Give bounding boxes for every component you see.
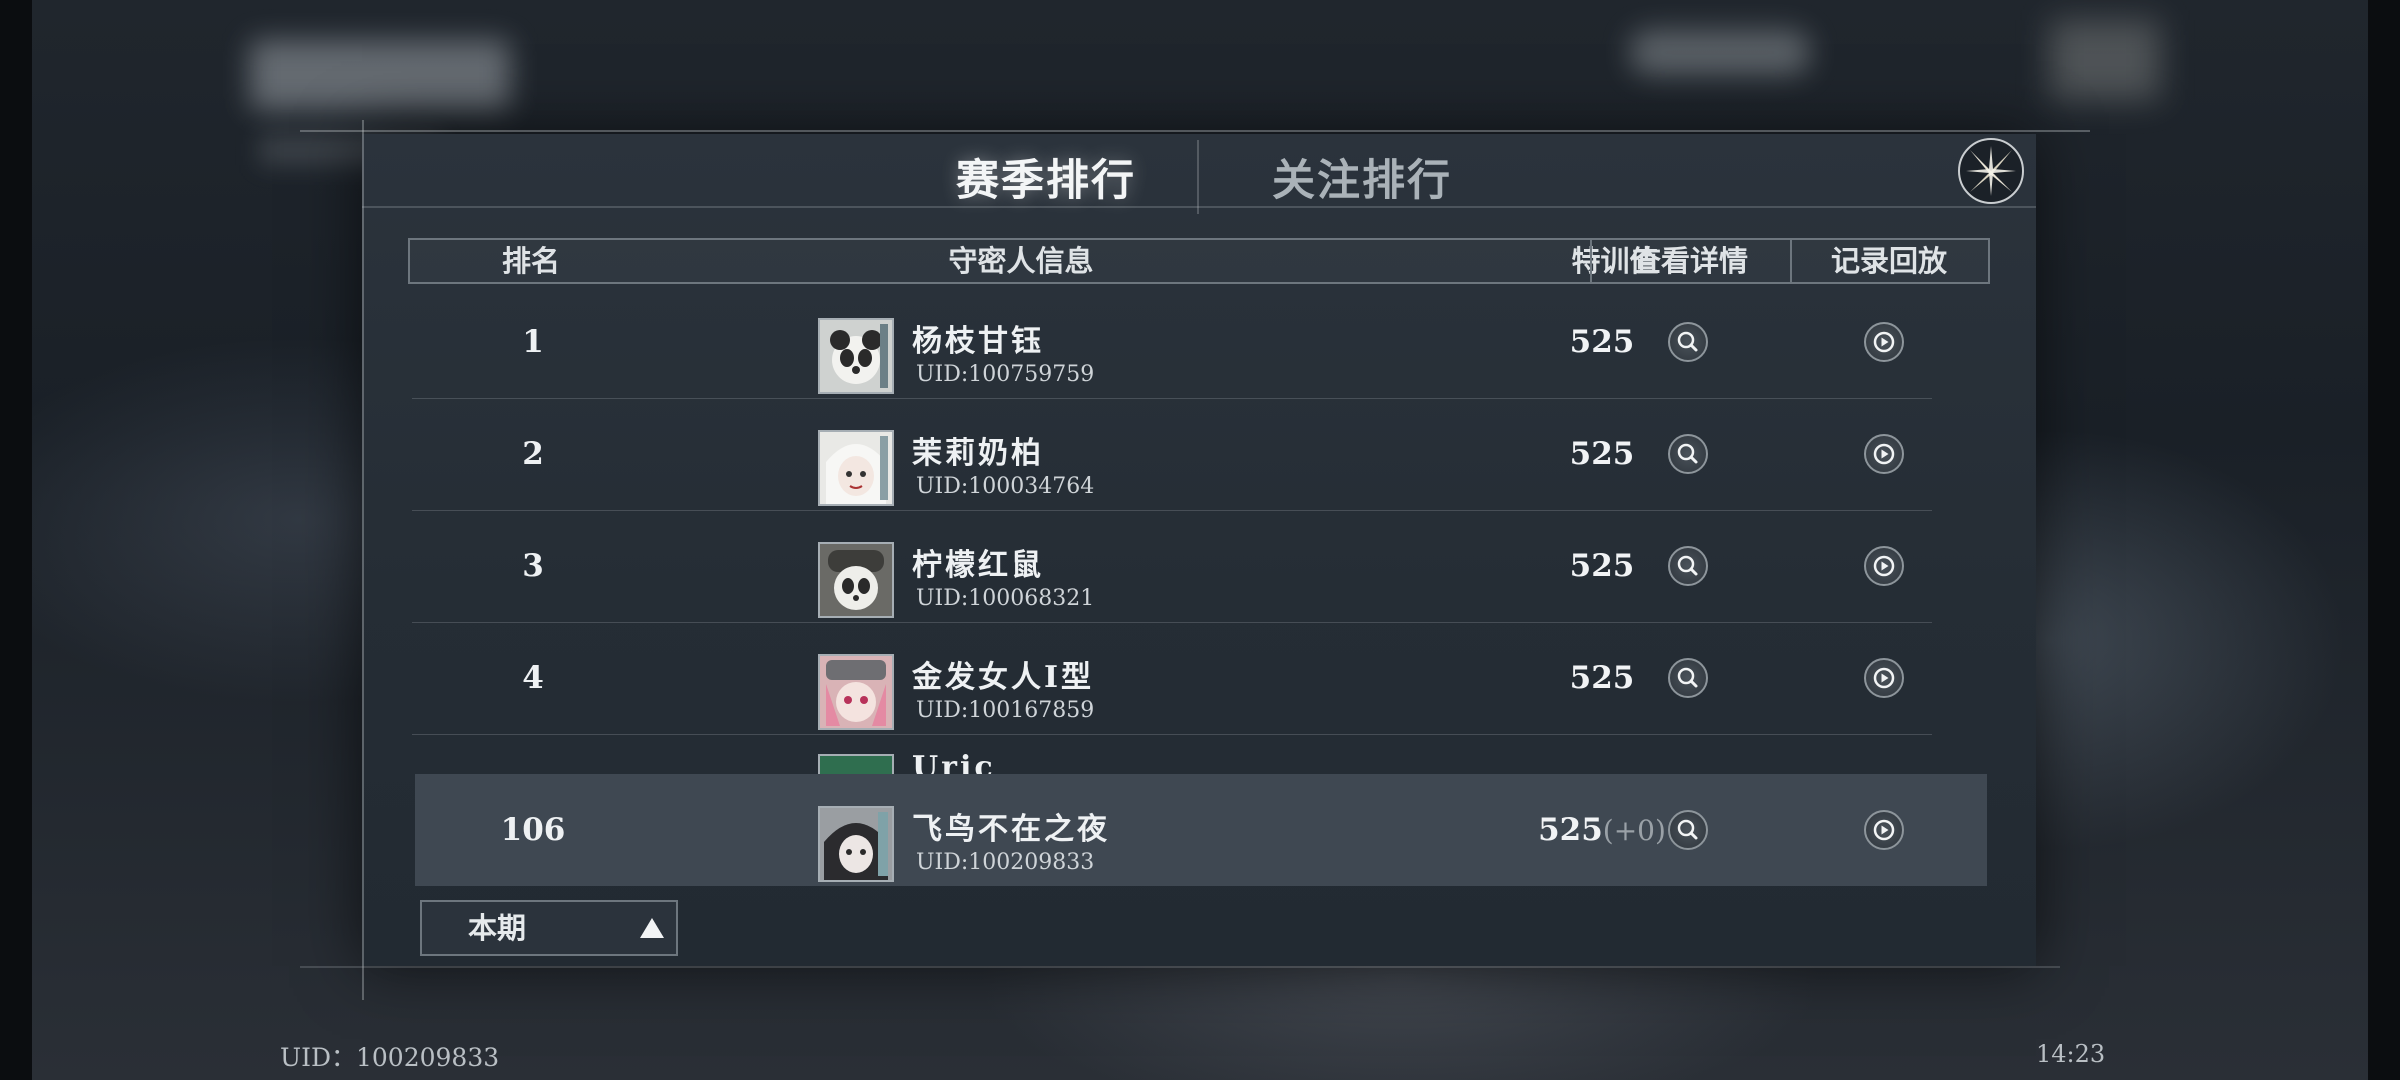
avatar[interactable] [818, 430, 894, 506]
play-circle-icon [1873, 667, 1895, 689]
player-name: 杨枝甘钰 [912, 324, 1044, 359]
table-row-partial: Uric [412, 736, 1932, 774]
header-record-replay: 记录回放 [1830, 244, 1947, 278]
magnifier-icon [1677, 443, 1698, 464]
view-details-button[interactable] [1668, 810, 1708, 850]
magnifier-icon [1677, 819, 1698, 840]
background-blurred-badge [1630, 30, 1810, 75]
play-circle-icon [1873, 555, 1895, 577]
avatar[interactable] [818, 542, 894, 618]
header-view-details: 查看详情 [1631, 244, 1748, 278]
background-blurred-emblem [2050, 20, 2160, 100]
background-blurred-title [250, 40, 510, 110]
footer-time: 14:23 [2036, 1040, 2106, 1068]
self-ranking-row: 106 飞鸟不在之夜 UID:100209833 525(+0) [415, 774, 1987, 886]
record-replay-button[interactable] [1864, 546, 1904, 586]
record-replay-button[interactable] [1864, 322, 1904, 362]
self-score: 525 [1538, 812, 1603, 848]
magnifier-icon [1677, 555, 1698, 576]
screen-edge-left [0, 0, 32, 1080]
view-details-button[interactable] [1668, 546, 1708, 586]
period-dropdown[interactable]: 本期 [420, 900, 678, 956]
table-row: 4 金发女人I型 UID:100167859 525 [412, 622, 1932, 735]
avatar[interactable] [818, 318, 894, 394]
self-avatar[interactable] [818, 806, 894, 882]
table-row: 2 茉莉奶柏 UID:100034764 525 [412, 398, 1932, 511]
record-replay-button[interactable] [1864, 434, 1904, 474]
self-player-name: 飞鸟不在之夜 [912, 812, 1110, 847]
self-rank-number: 106 [500, 812, 566, 848]
play-circle-icon [1873, 331, 1895, 353]
player-name: 茉莉奶柏 [912, 436, 1044, 471]
rank-number: 4 [522, 660, 544, 696]
header-rank: 排名 [501, 244, 560, 278]
table-row: 3 柠檬红鼠 UID:100068321 525 [412, 510, 1932, 623]
player-uid: UID:100759759 [916, 362, 1095, 387]
table-header: 排名 守密人信息 特训值 查看详情 记录回放 [408, 238, 1990, 284]
frame-line-tab-bottom [362, 206, 2036, 208]
record-replay-button[interactable] [1864, 810, 1904, 850]
screen-edge-right [2368, 0, 2400, 1080]
view-details-button[interactable] [1668, 322, 1708, 362]
player-name: 柠檬红鼠 [912, 548, 1044, 583]
self-score-delta: (+0) [1602, 814, 1666, 847]
close-button[interactable] [1958, 138, 2024, 204]
avatar[interactable] [818, 754, 894, 774]
avatar[interactable] [818, 654, 894, 730]
rank-number: 2 [522, 436, 544, 472]
record-replay-button[interactable] [1864, 658, 1904, 698]
triangle-up-icon [640, 918, 664, 938]
magnifier-icon [1677, 331, 1698, 352]
play-circle-icon [1873, 443, 1895, 465]
player-uid: UID:100068321 [916, 586, 1095, 611]
view-details-button[interactable] [1668, 658, 1708, 698]
tab-divider [1197, 140, 1199, 214]
player-uid: UID:100167859 [916, 698, 1095, 723]
frame-line-top [300, 130, 2090, 132]
magnifier-icon [1677, 667, 1698, 688]
header-keeper-info: 守密人信息 [948, 244, 1094, 278]
player-name: Uric [912, 750, 996, 774]
view-details-button[interactable] [1668, 434, 1708, 474]
self-player-uid: UID:100209833 [916, 850, 1095, 875]
rank-number: 1 [522, 324, 544, 360]
table-row: 1 杨枝甘钰 UID:100759759 525 [412, 286, 1932, 399]
player-uid: UID:100034764 [916, 474, 1095, 499]
tab-season-ranking[interactable]: 赛季排行 [956, 146, 1136, 208]
player-name: 金发女人I型 [912, 660, 1095, 695]
frame-line-left [362, 120, 364, 1000]
close-x-icon [1966, 146, 2016, 196]
play-circle-icon [1873, 819, 1895, 841]
period-dropdown-value: 本期 [467, 911, 526, 945]
tab-follow-ranking[interactable]: 关注排行 [1272, 146, 1452, 208]
frame-line-bottom [300, 966, 2060, 968]
footer-uid: UID：100209833 [280, 1043, 500, 1072]
rank-number: 3 [522, 548, 544, 584]
